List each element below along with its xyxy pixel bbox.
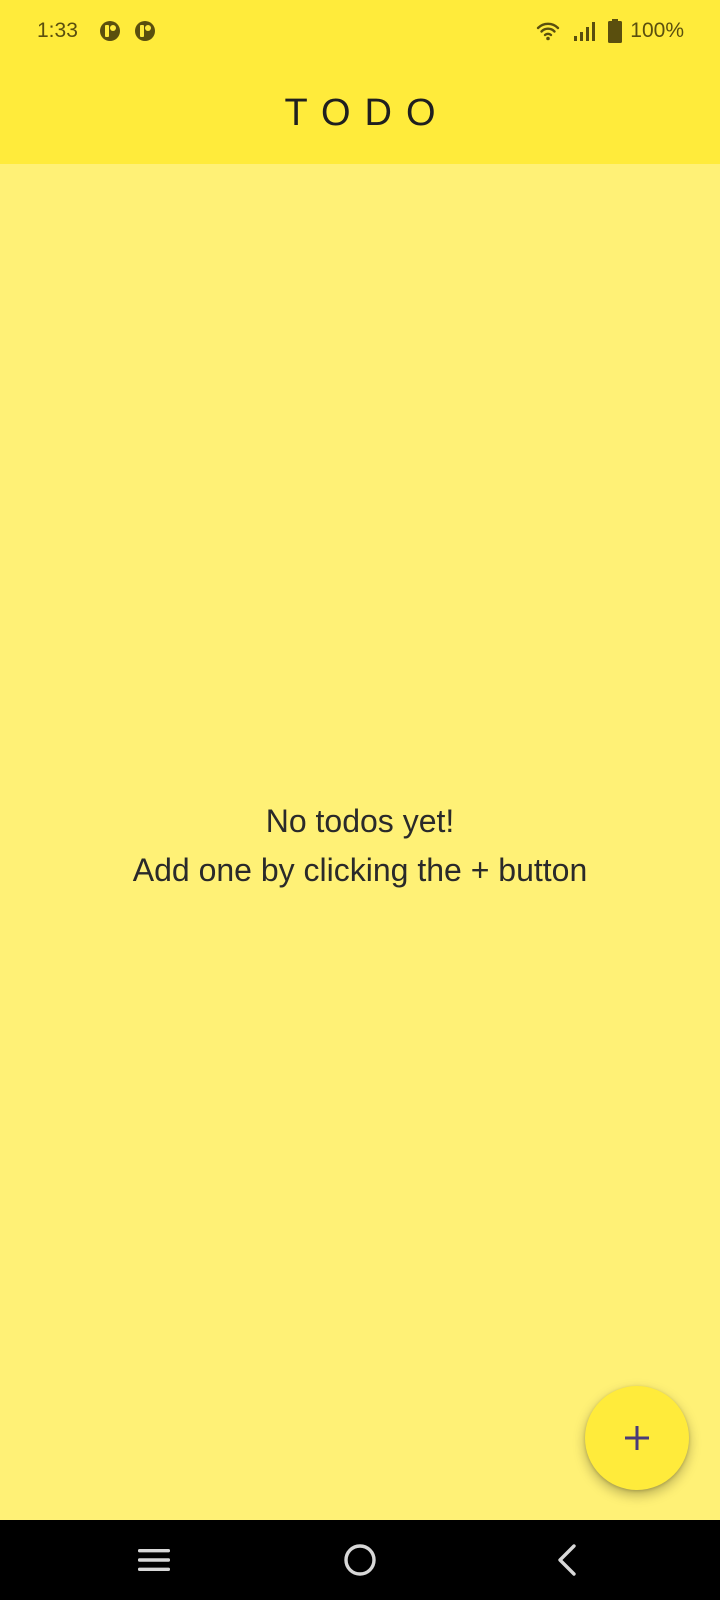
back-icon <box>558 1544 576 1576</box>
plus-icon <box>625 1426 649 1450</box>
recent-apps-button[interactable] <box>94 1520 214 1600</box>
wifi-icon <box>537 22 560 41</box>
app-bar: TODO <box>0 62 720 164</box>
status-time: 1:33 <box>37 19 78 42</box>
home-button[interactable] <box>300 1520 420 1600</box>
empty-state-title: No todos yet! <box>265 803 455 839</box>
signal-icon <box>574 22 596 41</box>
notification-icon <box>99 21 120 41</box>
empty-state-message: No todos yet! Add one by clicking the + … <box>0 797 720 895</box>
todo-list-area: No todos yet! Add one by clicking the + … <box>0 164 720 1520</box>
status-right: 100% <box>524 19 684 43</box>
empty-state-hint: Add one by clicking the + button <box>132 852 588 888</box>
system-navigation-bar <box>0 1520 720 1600</box>
battery-icon <box>608 19 623 43</box>
menu-icon <box>138 1549 170 1571</box>
page-title: TODO <box>284 91 450 134</box>
add-todo-button[interactable] <box>585 1386 689 1490</box>
home-icon <box>344 1544 376 1576</box>
notification-icon <box>134 21 155 41</box>
status-left: 1:33 <box>37 19 169 43</box>
back-button[interactable] <box>507 1520 627 1600</box>
status-bar: 1:33 100% <box>0 0 720 62</box>
battery-percentage: 100% <box>630 19 684 42</box>
